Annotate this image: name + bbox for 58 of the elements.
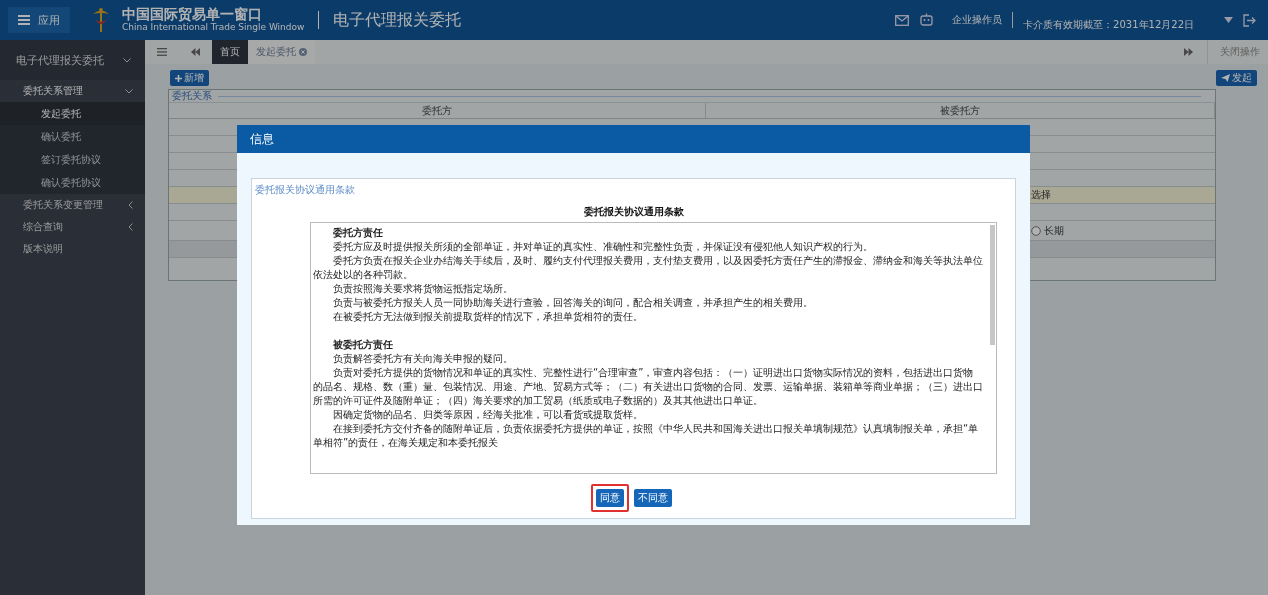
submit-button[interactable]: 发起 xyxy=(1216,70,1257,86)
terms-paragraph: 因确定货物的品名、归类等原因，经海关批准，可以看货或提取货样。 xyxy=(332,408,644,422)
terms-paragraph: 负责解答委托方有关向海关申报的疑问。 xyxy=(332,352,514,366)
section-heading: 委托方责任 xyxy=(332,226,384,240)
tab[interactable]: 首页 xyxy=(212,40,248,64)
panel-legend: 委托关系 xyxy=(172,89,212,103)
terms-paragraph: 委托方应及时提供报关所须的全部单证，并对单证的真实性、准确性和完整性负责，并保证没有侵犯他人知识产权的行为。 xyxy=(332,240,874,254)
user-role: 企业操作员 xyxy=(952,13,1003,27)
radio-button[interactable] xyxy=(1031,225,1041,236)
column-header: 委托方 xyxy=(169,103,706,118)
sidebar-subitem[interactable]: 发起委托 xyxy=(0,102,145,125)
table-cell: 选择 xyxy=(1031,188,1051,202)
app-menu-button[interactable]: 应用 xyxy=(8,7,70,33)
sidebar-subitem[interactable]: 签订委托协议 xyxy=(0,148,145,171)
terms-paragraph: 在被委托方无法做到报关前提取货样的情况下，承担单货相符的责任。 xyxy=(332,310,644,324)
chevron-down-icon xyxy=(123,57,131,63)
sidebar-item[interactable]: 综合查询 xyxy=(0,216,145,238)
menu-icon xyxy=(18,15,30,25)
column-header: 被委托方 xyxy=(706,103,1215,118)
menu-icon[interactable] xyxy=(157,48,167,56)
site-subtitle: China International Trade Single Window xyxy=(122,22,305,33)
sidebar-subitem[interactable]: 确认委托 xyxy=(0,125,145,148)
panel-legend: 委托报关协议通用条款 xyxy=(252,179,1015,201)
rewind-icon[interactable] xyxy=(191,48,200,56)
mail-icon[interactable] xyxy=(895,14,910,26)
logout-icon[interactable] xyxy=(1243,13,1256,27)
dialog-title: 信息 xyxy=(250,130,274,148)
chevron-down-icon xyxy=(125,88,133,94)
add-button[interactable]: 新增 xyxy=(170,70,209,86)
card-expiry: 卡介质有效期截至：2031年12月22日 xyxy=(1023,18,1194,32)
close-operations-button[interactable]: 关闭操作 xyxy=(1207,40,1268,64)
table-cell: 长期 xyxy=(1044,223,1064,238)
chevron-left-icon xyxy=(128,201,133,209)
close-icon[interactable] xyxy=(299,48,307,56)
sidebar-title[interactable]: 电子代理报关委托 xyxy=(0,40,145,80)
chevron-left-icon xyxy=(128,223,133,231)
dialog-button[interactable]: 不同意 xyxy=(633,489,672,507)
fast-forward-icon[interactable] xyxy=(1184,48,1193,56)
terms-paragraph: 委托方负责在报关企业办结海关手续后，及时、履约支付代理报关费用，支付垫支费用，以及因委托方责任产生的滞报金、滞纳金和海关等执法单位依法处以的各种罚款。 xyxy=(313,254,983,282)
send-icon xyxy=(1221,74,1230,82)
document-title: 委托报关协议通用条款 xyxy=(582,205,685,219)
section-heading: 被委托方责任 xyxy=(332,338,394,352)
plus-icon xyxy=(175,74,182,82)
robot-icon[interactable] xyxy=(919,13,935,27)
sidebar-item[interactable]: 委托关系管理 xyxy=(0,80,145,102)
site-title: 中国国际贸易单一窗口 xyxy=(122,7,262,23)
dialog-button[interactable]: 同意 xyxy=(595,489,624,507)
terms-paragraph: 负责按照海关要求将货物运抵指定场所。 xyxy=(332,282,514,296)
sidebar-item[interactable]: 委托关系变更管理 xyxy=(0,194,145,216)
caret-icon[interactable] xyxy=(1224,17,1233,23)
tab[interactable]: 发起委托 xyxy=(248,40,315,64)
terms-paragraph: 在接到委托方交付齐备的随附单证后，负责依据委托方提供的单证，按照《中华人民共和国海关进出口报关单填制规范》认真填制报关单，承担“单单相符”的责任，在海关规定和本委托报关 xyxy=(313,422,980,450)
scrollbar[interactable] xyxy=(990,225,995,345)
terms-paragraph: 负责对委托方提供的货物情况和单证的真实性、完整性进行“合理审查”，审查内容包括：（一）证明进出口货物实际情况的资料，包括进出口货物的品名、规格、数（重）量、包装情况、用途、产地、贸易方式等；（二）有关进出口货物的合同、发票、运输单据、装箱单等商业单据；（三）进出口所需的许可证件及随附单证；（四）海关要求的加工贸易（纸质或电子数据的）及其其他进出口单证。 xyxy=(313,366,983,408)
terms-paragraph: 负责与被委托方报关人员一同协助海关进行查验，回答海关的询问，配合相关调查，并承担产生的相关费用。 xyxy=(332,296,814,310)
sidebar-subitem[interactable]: 确认委托协议 xyxy=(0,171,145,194)
module-title: 电子代理报关委托 xyxy=(333,9,462,31)
sidebar-item[interactable]: 版本说明 xyxy=(0,238,145,260)
